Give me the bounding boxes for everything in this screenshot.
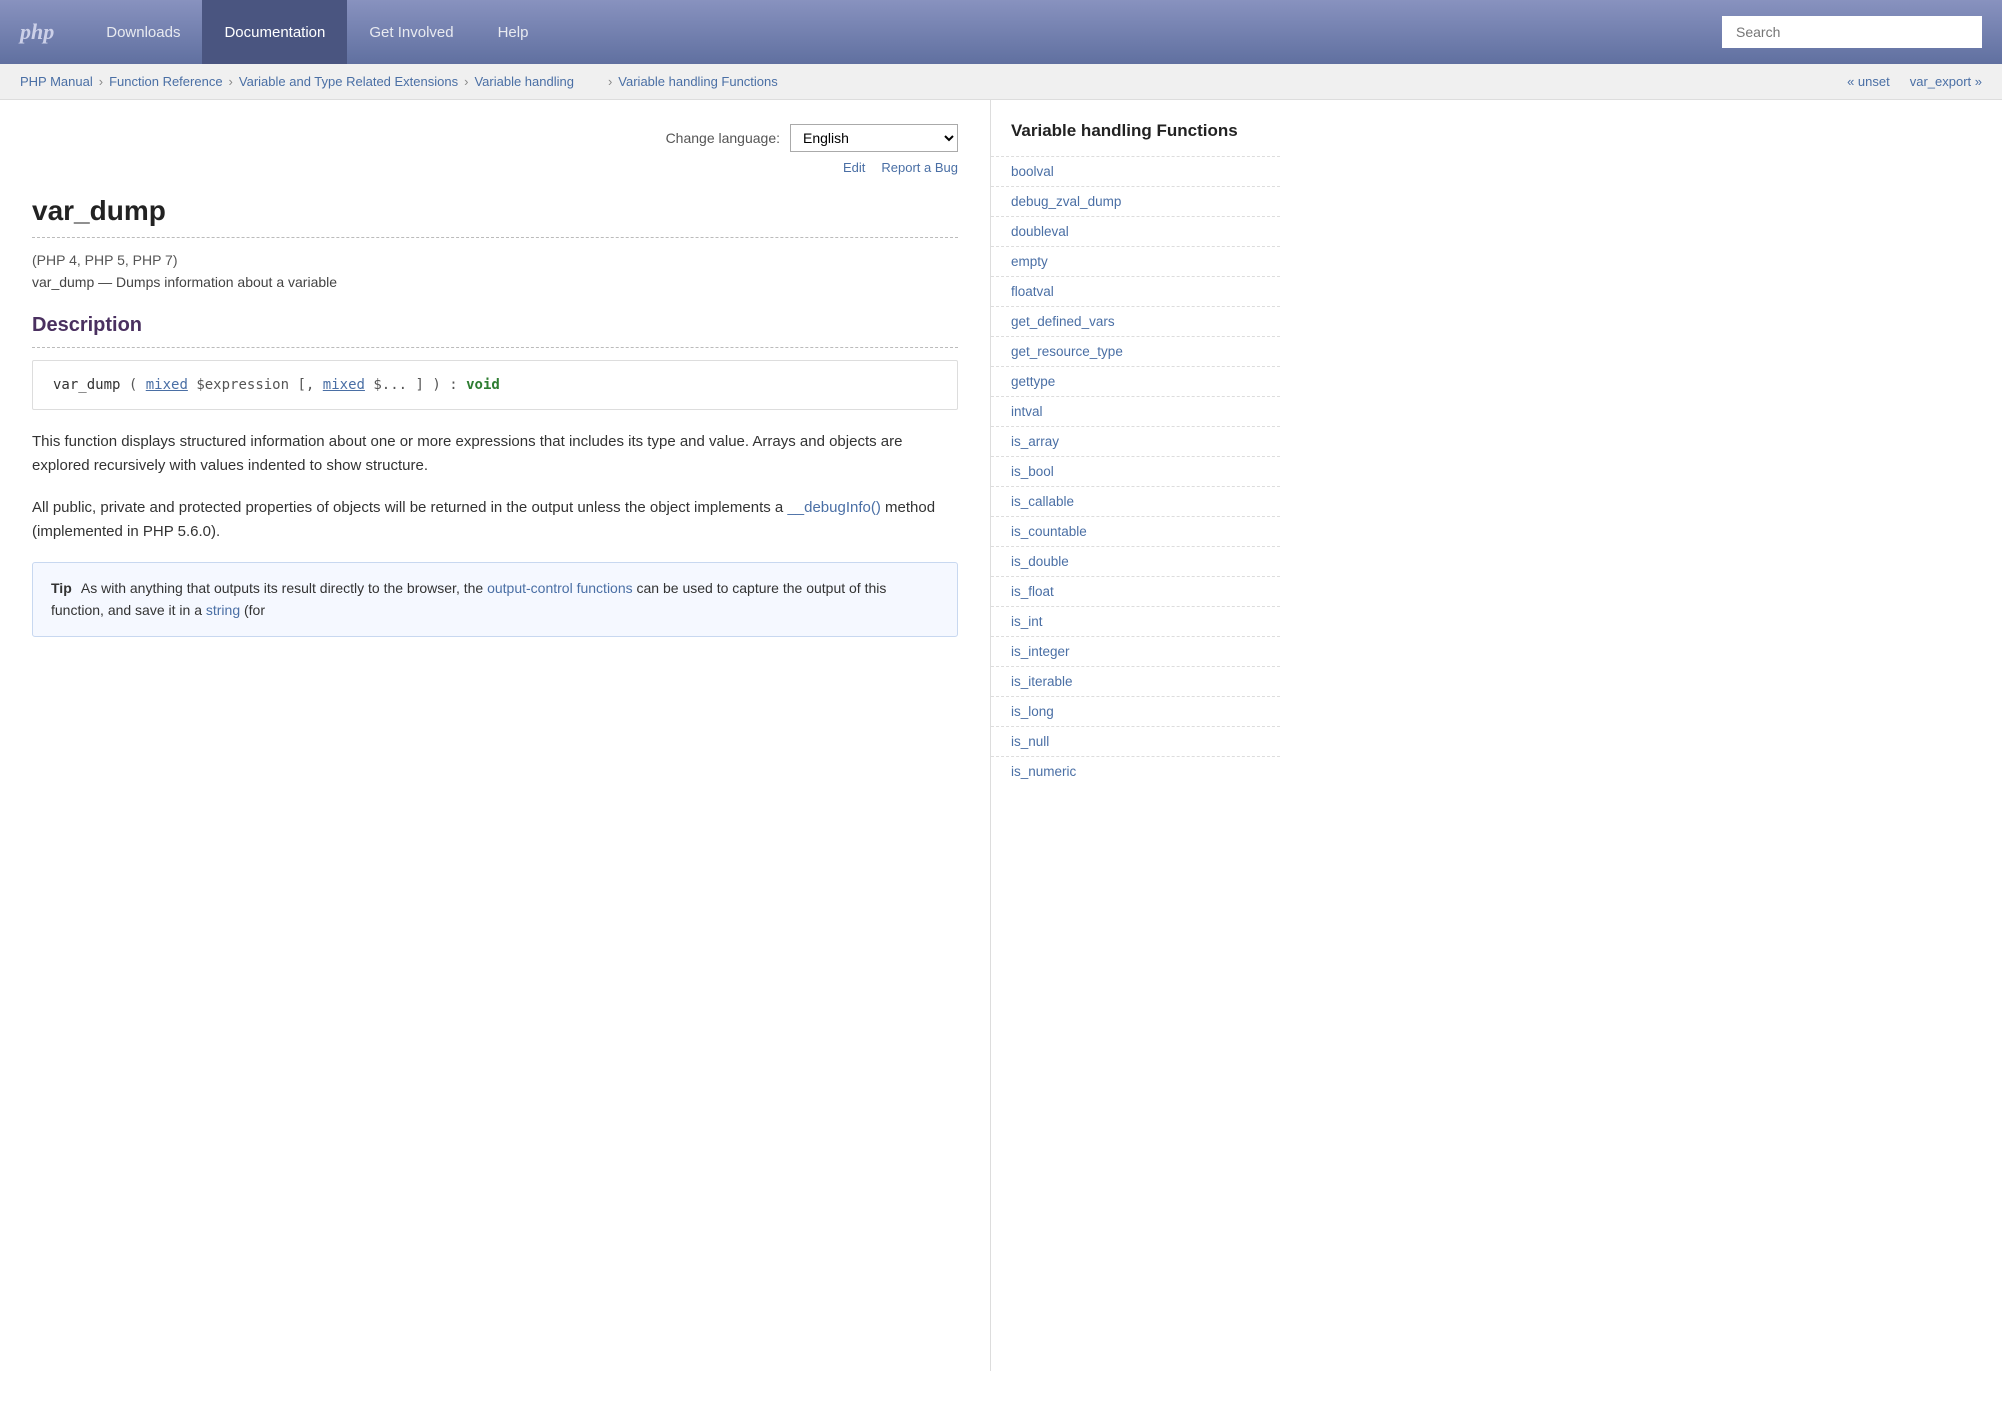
code-paren-open: ( bbox=[129, 377, 146, 393]
sidebar-link-is-null[interactable]: is_null bbox=[991, 727, 1280, 756]
language-label: Change language: bbox=[666, 130, 780, 146]
list-item: is_array bbox=[991, 426, 1280, 456]
sidebar-link-is-int[interactable]: is_int bbox=[991, 607, 1280, 636]
breadcrumb-php-manual[interactable]: PHP Manual bbox=[20, 74, 93, 89]
tip-label: Tip bbox=[51, 580, 72, 596]
function-description: var_dump — Dumps information about a var… bbox=[32, 274, 958, 290]
list-item: is_float bbox=[991, 576, 1280, 606]
breadcrumb-function-reference[interactable]: Function Reference bbox=[109, 74, 222, 89]
sidebar-link-get-defined-vars[interactable]: get_defined_vars bbox=[991, 307, 1280, 336]
list-item: is_long bbox=[991, 696, 1280, 726]
sidebar-link-is-long[interactable]: is_long bbox=[991, 697, 1280, 726]
list-item: doubleval bbox=[991, 216, 1280, 246]
list-item: is_null bbox=[991, 726, 1280, 756]
tip-pre: As with anything that outputs its result… bbox=[81, 580, 487, 596]
debug-info-link[interactable]: __debugInfo() bbox=[787, 499, 880, 516]
tip-post: (for bbox=[244, 602, 265, 618]
code-bracket-open: [, bbox=[297, 377, 322, 393]
sidebar-link-doubleval[interactable]: doubleval bbox=[991, 217, 1280, 246]
nav-documentation[interactable]: Documentation bbox=[202, 0, 347, 64]
sidebar-link-is-iterable[interactable]: is_iterable bbox=[991, 667, 1280, 696]
string-link[interactable]: string bbox=[206, 602, 240, 618]
sidebar-link-boolval[interactable]: boolval bbox=[991, 157, 1280, 186]
report-bug-link[interactable]: Report a Bug bbox=[881, 160, 958, 175]
sidebar-link-is-array[interactable]: is_array bbox=[991, 427, 1280, 456]
sidebar-link-get-resource-type[interactable]: get_resource_type bbox=[991, 337, 1280, 366]
breadcrumb: PHP Manual › Function Reference › Variab… bbox=[0, 64, 2002, 100]
function-title: var_dump bbox=[32, 195, 958, 238]
list-item: floatval bbox=[991, 276, 1280, 306]
prev-link[interactable]: « unset bbox=[1847, 74, 1890, 89]
list-item: is_numeric bbox=[991, 756, 1280, 786]
body-paragraph-1: This function displays structured inform… bbox=[32, 430, 958, 478]
breadcrumb-sep-4: › bbox=[608, 74, 612, 89]
list-item: intval bbox=[991, 396, 1280, 426]
sidebar-link-is-float[interactable]: is_float bbox=[991, 577, 1280, 606]
sidebar-title: Variable handling Functions bbox=[991, 120, 1280, 156]
nav-links: Downloads Documentation Get Involved Hel… bbox=[84, 0, 550, 64]
list-item: is_callable bbox=[991, 486, 1280, 516]
list-item: get_resource_type bbox=[991, 336, 1280, 366]
sidebar-link-is-double[interactable]: is_double bbox=[991, 547, 1280, 576]
sidebar-link-intval[interactable]: intval bbox=[991, 397, 1280, 426]
breadcrumb-variable-type[interactable]: Variable and Type Related Extensions bbox=[239, 74, 458, 89]
php-logo: php bbox=[20, 19, 54, 45]
code-signature-block: var_dump ( mixed $expression [, mixed $.… bbox=[32, 360, 958, 410]
sidebar-link-is-numeric[interactable]: is_numeric bbox=[991, 757, 1280, 786]
code-bracket-close: ] bbox=[416, 377, 424, 393]
list-item: gettype bbox=[991, 366, 1280, 396]
code-type-mixed-2[interactable]: mixed bbox=[323, 377, 365, 393]
nav-get-involved[interactable]: Get Involved bbox=[347, 0, 475, 64]
sidebar: Variable handling Functions boolval debu… bbox=[990, 100, 1280, 1371]
body-p2-pre: All public, private and protected proper… bbox=[32, 499, 787, 516]
list-item: is_integer bbox=[991, 636, 1280, 666]
next-link[interactable]: var_export » bbox=[1910, 74, 1982, 89]
language-selector-row: Change language: English German Spanish … bbox=[32, 124, 958, 152]
list-item: boolval bbox=[991, 156, 1280, 186]
sidebar-link-is-callable[interactable]: is_callable bbox=[991, 487, 1280, 516]
language-select[interactable]: English German Spanish French Japanese B… bbox=[790, 124, 958, 152]
code-return-type: void bbox=[466, 377, 500, 393]
sidebar-link-gettype[interactable]: gettype bbox=[991, 367, 1280, 396]
prev-next-nav: « unset var_export » bbox=[1847, 74, 1982, 89]
list-item: is_iterable bbox=[991, 666, 1280, 696]
description-heading: Description bbox=[32, 314, 958, 348]
edit-link[interactable]: Edit bbox=[843, 160, 865, 175]
list-item: is_bool bbox=[991, 456, 1280, 486]
sidebar-link-floatval[interactable]: floatval bbox=[991, 277, 1280, 306]
breadcrumb-variable-handling[interactable]: Variable handling bbox=[474, 74, 574, 89]
code-type-mixed-1[interactable]: mixed bbox=[146, 377, 188, 393]
sidebar-link-empty[interactable]: empty bbox=[991, 247, 1280, 276]
nav-downloads[interactable]: Downloads bbox=[84, 0, 202, 64]
sidebar-link-is-countable[interactable]: is_countable bbox=[991, 517, 1280, 546]
sidebar-link-debug-zval-dump[interactable]: debug_zval_dump bbox=[991, 187, 1280, 216]
breadcrumb-sep-3: › bbox=[464, 74, 468, 89]
search-input[interactable] bbox=[1722, 16, 1982, 48]
body-paragraph-2: All public, private and protected proper… bbox=[32, 496, 958, 544]
sidebar-link-is-bool[interactable]: is_bool bbox=[991, 457, 1280, 486]
breadcrumb-sep-1: › bbox=[99, 74, 103, 89]
sidebar-link-is-integer[interactable]: is_integer bbox=[991, 637, 1280, 666]
breadcrumb-sep-2: › bbox=[229, 74, 233, 89]
list-item: get_defined_vars bbox=[991, 306, 1280, 336]
code-function-name: var_dump bbox=[53, 377, 120, 393]
top-navigation: php Downloads Documentation Get Involved… bbox=[0, 0, 2002, 64]
sidebar-function-list: boolval debug_zval_dump doubleval empty … bbox=[991, 156, 1280, 786]
content-area: Change language: English German Spanish … bbox=[0, 100, 990, 1371]
code-paren-close: ) : bbox=[432, 377, 466, 393]
tip-box: Tip As with anything that outputs its re… bbox=[32, 562, 958, 637]
code-param-expression: $expression bbox=[196, 377, 289, 393]
list-item: is_double bbox=[991, 546, 1280, 576]
list-item: empty bbox=[991, 246, 1280, 276]
breadcrumb-variable-handling-functions[interactable]: Variable handling Functions bbox=[618, 74, 777, 89]
nav-help[interactable]: Help bbox=[476, 0, 551, 64]
version-info: (PHP 4, PHP 5, PHP 7) bbox=[32, 252, 958, 268]
main-layout: Change language: English German Spanish … bbox=[0, 100, 2002, 1371]
code-param-varargs: $... bbox=[373, 377, 407, 393]
output-control-link[interactable]: output-control functions bbox=[487, 580, 633, 596]
edit-links: Edit Report a Bug bbox=[32, 160, 958, 175]
list-item: debug_zval_dump bbox=[991, 186, 1280, 216]
list-item: is_int bbox=[991, 606, 1280, 636]
list-item: is_countable bbox=[991, 516, 1280, 546]
